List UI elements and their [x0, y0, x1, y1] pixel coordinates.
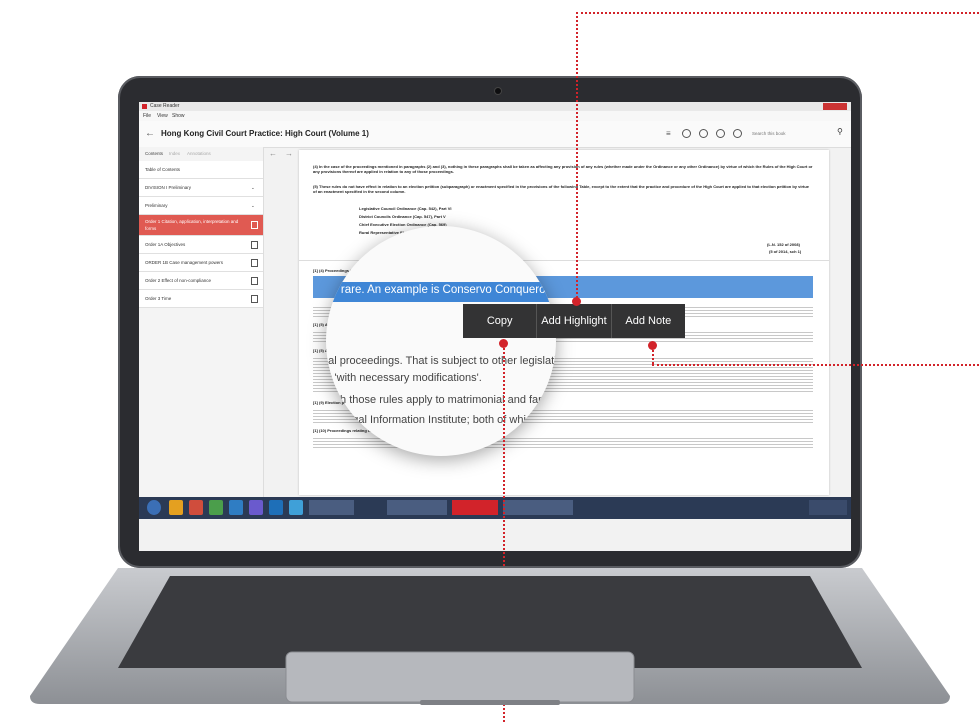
- sidebar-item-table-of-contents[interactable]: Table of Contents: [139, 161, 263, 179]
- window-titlebar: Case Reader: [139, 102, 851, 111]
- book-title: Hong Kong Civil Court Practice: High Cou…: [161, 129, 369, 138]
- nav-forward-icon[interactable]: →: [285, 149, 293, 158]
- callout-line: [652, 364, 979, 366]
- taskbar: [139, 497, 851, 519]
- taskbar-window-active[interactable]: [452, 500, 498, 515]
- sidebar-item-order-1[interactable]: Order 1 Citation, application, interpret…: [139, 215, 263, 236]
- webcam-icon: [495, 88, 501, 94]
- magnified-text: y 'with necessary modifications'.: [326, 372, 482, 384]
- sidebar-item-label: Table of Contents: [145, 167, 181, 172]
- tab-contents[interactable]: Contents: [145, 147, 163, 161]
- nav-back-icon[interactable]: ←: [269, 149, 277, 158]
- callout-line: [576, 12, 578, 302]
- menu-show[interactable]: Show: [172, 111, 185, 121]
- list-icon[interactable]: ≡: [666, 129, 671, 138]
- document-icon[interactable]: [251, 277, 258, 285]
- history-icon[interactable]: [716, 129, 725, 138]
- add-note-button[interactable]: Add Note: [612, 304, 685, 338]
- taskbar-window[interactable]: [309, 500, 354, 515]
- callout-line: [576, 12, 979, 14]
- app-icon[interactable]: [209, 500, 223, 515]
- document-icon[interactable]: [251, 241, 258, 249]
- sidebar-item-label: Order 1A Objectives: [145, 242, 186, 247]
- selection-popup: Copy Add Highlight Add Note: [463, 304, 685, 338]
- sidebar-item-label: DIVISION I Preliminary: [145, 185, 192, 190]
- start-button[interactable]: [147, 500, 161, 515]
- tab-index[interactable]: Index: [169, 147, 180, 161]
- app-logo-icon: [142, 104, 147, 109]
- document-icon[interactable]: [251, 221, 258, 229]
- magnified-text: nal proceedings. That is subject to othe…: [326, 355, 556, 367]
- taskbar-window[interactable]: [387, 500, 447, 515]
- document-icon[interactable]: [251, 259, 258, 267]
- paragraph-4: (4) In the case of the proceedings menti…: [313, 164, 813, 174]
- sidebar-item-label: Order 3 Time: [145, 296, 172, 301]
- sidebar-item-division-1[interactable]: DIVISION I Preliminary ⌄: [139, 179, 263, 197]
- sidebar-item-label: Order 2 Effect of non-compliance: [145, 278, 211, 283]
- menu-view[interactable]: View: [157, 111, 168, 121]
- document-icon[interactable]: [251, 295, 258, 303]
- magnifier-lens: very rare. An example is Conservo Conque…: [326, 226, 556, 456]
- trackpad[interactable]: [285, 651, 635, 703]
- sidebar-item-preliminary[interactable]: Preliminary ⌄: [139, 197, 263, 215]
- bell-icon[interactable]: [699, 129, 708, 138]
- magnified-text: hich those rules apply to matrimonial an…: [326, 394, 556, 406]
- magnified-text: Legal Information Institute; both of whi…: [340, 414, 556, 426]
- sidebar-item-label: Preliminary: [145, 203, 168, 208]
- table-row: District Councils Ordinance (Cap. 547), …: [359, 214, 446, 219]
- toolbar: ← Hong Kong Civil Court Practice: High C…: [139, 121, 851, 148]
- sidebar: Contents Index Annotations Table of Cont…: [139, 147, 264, 497]
- system-tray: [809, 500, 847, 515]
- app-icon[interactable]: [249, 500, 263, 515]
- table-row: Legislative Council Ordinance (Cap. 542)…: [359, 206, 452, 211]
- window-title: Case Reader: [150, 103, 180, 109]
- sidebar-tabs: Contents Index Annotations: [139, 147, 263, 161]
- chevron-down-icon[interactable]: ⌄: [251, 197, 255, 214]
- sidebar-item-order-1a[interactable]: Order 1A Objectives: [139, 236, 263, 254]
- tab-annotations[interactable]: Annotations: [187, 147, 211, 161]
- copy-button[interactable]: Copy: [463, 304, 536, 338]
- chevron-down-icon[interactable]: ⌄: [251, 179, 255, 196]
- search-icon[interactable]: ⚲: [837, 127, 843, 136]
- taskbar-window[interactable]: [503, 500, 573, 515]
- callout-marker: [499, 339, 508, 348]
- menu-bar: File View Show: [139, 111, 851, 121]
- search-input[interactable]: [750, 127, 834, 140]
- sidebar-item-order-3[interactable]: Order 3 Time: [139, 290, 263, 308]
- callout-marker: [572, 297, 581, 306]
- back-arrow-icon[interactable]: ←: [145, 128, 155, 139]
- laptop-base: [30, 568, 950, 705]
- app-icon[interactable]: [289, 500, 303, 515]
- outlook-icon[interactable]: [269, 500, 283, 515]
- sidebar-item-label: ORDER 1B Case management powers: [145, 260, 224, 265]
- sidebar-item-order-2[interactable]: Order 2 Effect of non-compliance: [139, 272, 263, 290]
- sidebar-item-order-1b[interactable]: ORDER 1B Case management powers: [139, 254, 263, 272]
- menu-file[interactable]: File: [143, 111, 151, 121]
- info-icon[interactable]: [682, 129, 691, 138]
- callout-marker: [648, 341, 657, 350]
- app-icon[interactable]: [189, 500, 203, 515]
- magnified-highlight-text: very rare. An example is Conservo Conque…: [326, 284, 556, 296]
- explorer-icon[interactable]: [169, 500, 183, 515]
- citation: (5 of 2014, sch 1): [769, 249, 802, 254]
- settings-icon[interactable]: [733, 129, 742, 138]
- citation: (L.N. 152 of 2008): [767, 242, 800, 247]
- add-highlight-button[interactable]: Add Highlight: [537, 304, 610, 338]
- sidebar-item-label: Order 1 Citation, application, interpret…: [145, 219, 239, 231]
- close-window-button[interactable]: [823, 103, 847, 110]
- paragraph-5: (5) These rules do not have effect in re…: [313, 184, 813, 194]
- word-icon[interactable]: [229, 500, 243, 515]
